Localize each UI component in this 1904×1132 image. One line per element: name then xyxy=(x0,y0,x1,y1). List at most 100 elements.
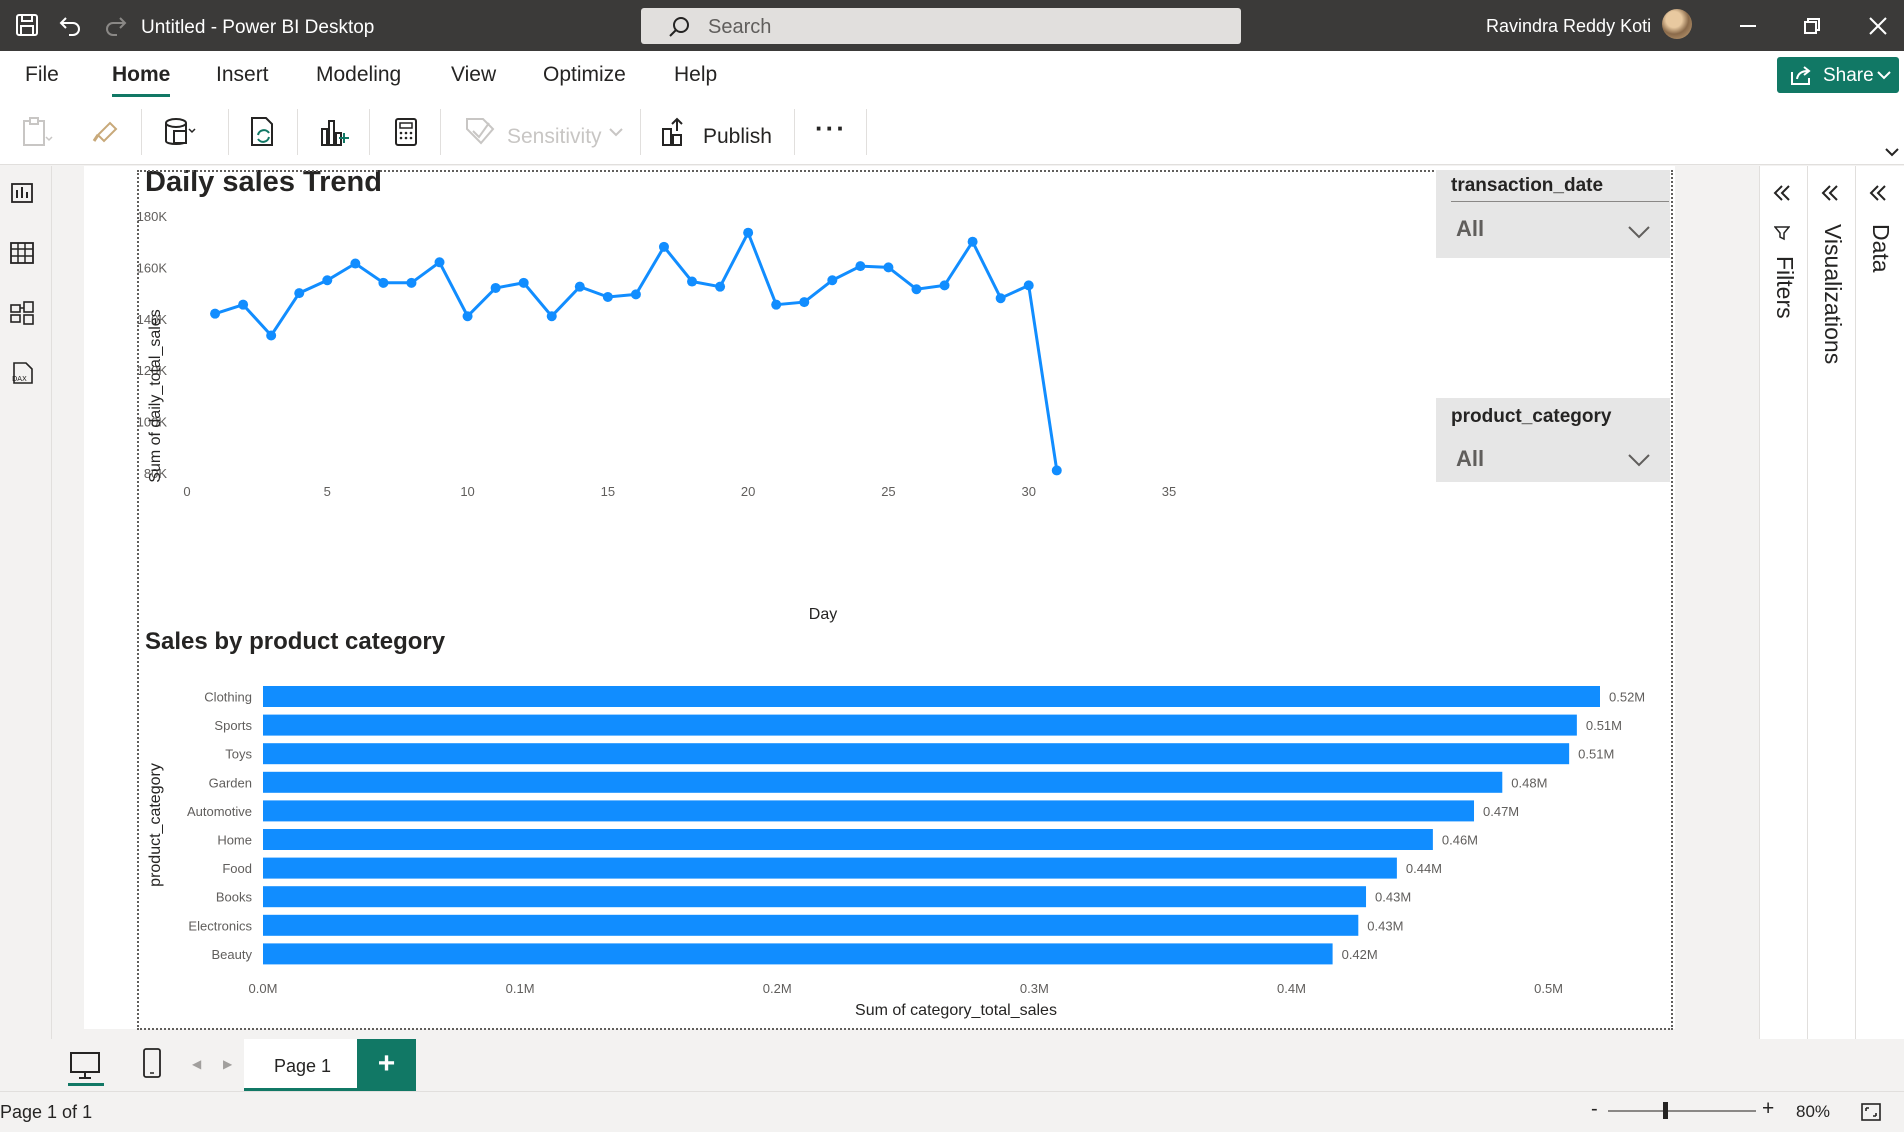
expand-icon[interactable] xyxy=(1867,182,1889,204)
chevron-down-icon[interactable] xyxy=(608,127,624,139)
data-point[interactable] xyxy=(1023,280,1034,291)
tab-view[interactable]: View xyxy=(451,63,496,87)
slicer-transaction-date[interactable]: transaction_date All xyxy=(1436,170,1670,258)
bar[interactable] xyxy=(263,886,1367,908)
data-point[interactable] xyxy=(294,288,305,299)
bar-chart[interactable]: 0.0M 0.1M 0.2M 0.3M 0.4M 0.5M Clothing 0.52M Sp… xyxy=(137,670,1673,1030)
avatar[interactable] xyxy=(1662,9,1692,39)
publish-button[interactable]: Publish xyxy=(703,125,772,149)
slicer-value[interactable]: All xyxy=(1456,216,1484,242)
data-label[interactable]: Data xyxy=(1867,224,1894,273)
data-point[interactable] xyxy=(658,241,669,252)
data-point[interactable] xyxy=(827,275,838,286)
calculator-icon[interactable] xyxy=(389,115,423,149)
visualizations-pane[interactable]: Visualizations xyxy=(1807,166,1855,1039)
bar[interactable] xyxy=(263,800,1475,822)
slicer-value[interactable]: All xyxy=(1456,446,1484,472)
data-point[interactable] xyxy=(350,258,361,269)
data-point[interactable] xyxy=(322,275,333,286)
data-point[interactable] xyxy=(715,281,726,292)
zoom-slider[interactable] xyxy=(1608,1110,1756,1112)
line-chart[interactable]: 0 5 10 15 20 25 30 3580K100K120K140K160K180K Da… xyxy=(137,196,1437,628)
zoom-in-button[interactable]: + xyxy=(1762,1097,1774,1121)
filters-pane[interactable]: Filters xyxy=(1759,166,1807,1039)
zoom-level[interactable]: 80% xyxy=(1796,1102,1830,1122)
data-point[interactable] xyxy=(911,284,922,295)
data-point[interactable] xyxy=(967,236,978,247)
tab-modeling[interactable]: Modeling xyxy=(316,63,401,87)
data-point[interactable] xyxy=(238,299,249,310)
data-point[interactable] xyxy=(995,293,1006,304)
zoom-out-button[interactable]: - xyxy=(1591,1098,1598,1121)
add-page-button[interactable]: + xyxy=(357,1039,416,1091)
report-view-icon[interactable] xyxy=(9,180,35,206)
data-point[interactable] xyxy=(602,291,613,302)
data-point[interactable] xyxy=(883,262,894,273)
zoom-slider-thumb[interactable] xyxy=(1663,1102,1668,1119)
previous-page-icon[interactable]: ◀ xyxy=(192,1057,201,1071)
data-point[interactable] xyxy=(266,330,277,341)
new-visual-icon[interactable] xyxy=(316,115,350,149)
tab-home[interactable]: Home xyxy=(112,63,170,87)
sensitivity-icon[interactable] xyxy=(463,115,497,149)
bar[interactable] xyxy=(263,829,1433,850)
expand-icon[interactable] xyxy=(1819,182,1841,204)
table-view-icon[interactable] xyxy=(9,240,35,266)
data-pane[interactable]: Data xyxy=(1855,166,1904,1039)
get-data-icon[interactable] xyxy=(162,115,196,149)
chevron-down-icon[interactable] xyxy=(1628,453,1650,467)
more-options-button[interactable]: ··· xyxy=(815,113,847,144)
model-view-icon[interactable] xyxy=(9,300,35,326)
data-point[interactable] xyxy=(518,277,529,288)
bar[interactable] xyxy=(263,714,1577,736)
tab-help[interactable]: Help xyxy=(674,63,717,87)
data-point[interactable] xyxy=(743,227,754,238)
search-input[interactable]: Search xyxy=(641,8,1241,44)
fit-to-page-icon[interactable] xyxy=(1860,1102,1882,1122)
bar[interactable] xyxy=(263,943,1333,965)
slicer-product-category[interactable]: product_category All xyxy=(1436,398,1670,482)
undo-icon[interactable] xyxy=(58,12,84,38)
data-point[interactable] xyxy=(1051,465,1062,476)
data-point[interactable] xyxy=(210,308,221,319)
data-point[interactable] xyxy=(462,311,473,322)
page-tab[interactable]: Page 1 xyxy=(244,1039,357,1091)
data-point[interactable] xyxy=(378,277,389,288)
redo-icon[interactable] xyxy=(102,12,128,38)
sensitivity-button[interactable]: Sensitivity xyxy=(507,125,602,149)
user-name[interactable]: Ravindra Reddy Koti xyxy=(1486,16,1651,37)
minimize-icon[interactable] xyxy=(1737,15,1759,37)
next-page-icon[interactable]: ▶ xyxy=(223,1057,232,1071)
format-painter-icon[interactable] xyxy=(90,115,124,149)
share-button[interactable]: Share xyxy=(1777,57,1899,93)
tab-optimize[interactable]: Optimize xyxy=(543,63,626,87)
desktop-layout-icon[interactable] xyxy=(68,1047,102,1083)
filters-label[interactable]: Filters xyxy=(1771,256,1798,319)
data-point[interactable] xyxy=(687,276,698,287)
data-point[interactable] xyxy=(771,299,782,310)
data-point[interactable] xyxy=(799,297,810,308)
bar[interactable] xyxy=(263,857,1397,879)
mobile-layout-icon[interactable] xyxy=(141,1046,163,1080)
data-point[interactable] xyxy=(630,289,641,300)
data-point[interactable] xyxy=(546,311,557,322)
chevron-down-icon[interactable] xyxy=(1884,147,1900,159)
expand-icon[interactable] xyxy=(1771,182,1793,204)
bar[interactable] xyxy=(263,686,1600,707)
paste-icon[interactable] xyxy=(19,115,53,149)
tab-insert[interactable]: Insert xyxy=(216,63,269,87)
dax-query-icon[interactable]: DAX xyxy=(9,360,35,386)
tab-file[interactable]: File xyxy=(25,63,59,87)
data-point[interactable] xyxy=(939,280,950,291)
data-point[interactable] xyxy=(490,282,501,293)
save-icon[interactable] xyxy=(14,12,40,38)
publish-icon[interactable] xyxy=(659,115,693,149)
data-point[interactable] xyxy=(406,277,417,288)
data-point[interactable] xyxy=(855,261,866,272)
refresh-icon[interactable] xyxy=(246,115,280,149)
bar[interactable] xyxy=(263,914,1359,936)
close-icon[interactable] xyxy=(1867,15,1889,37)
visualizations-label[interactable]: Visualizations xyxy=(1819,224,1846,364)
restore-icon[interactable] xyxy=(1801,15,1823,37)
chevron-down-icon[interactable] xyxy=(1628,225,1650,239)
